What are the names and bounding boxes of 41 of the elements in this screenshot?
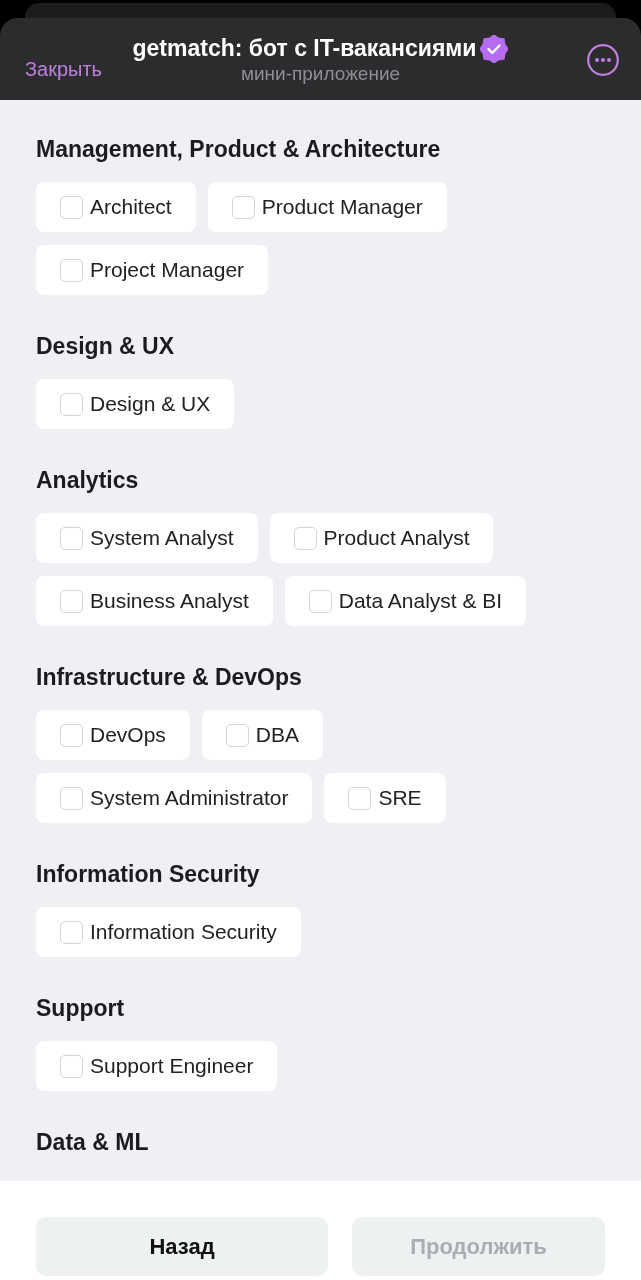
- checkbox[interactable]: [60, 526, 83, 550]
- checkbox[interactable]: [60, 589, 83, 613]
- checkbox[interactable]: [225, 723, 249, 747]
- checkbox[interactable]: [60, 1054, 83, 1078]
- option-chip[interactable]: Product Manager: [207, 182, 447, 232]
- option-chip[interactable]: Data Analyst & BI: [284, 576, 527, 626]
- app-subtitle: мини-приложение: [240, 62, 401, 84]
- option-chip[interactable]: Project Manager: [36, 245, 269, 295]
- option-chip[interactable]: Product Analyst: [269, 513, 494, 563]
- option-chip[interactable]: System Administrator: [36, 773, 313, 823]
- option-chip[interactable]: Architect: [36, 182, 196, 232]
- option-chip[interactable]: Information Security: [36, 907, 301, 957]
- checkbox[interactable]: [60, 786, 83, 810]
- section-heading: Infrastructure & DevOps: [36, 663, 303, 691]
- option-chip[interactable]: SRE: [324, 773, 446, 823]
- section-heading: Design & UX: [36, 332, 176, 360]
- checkbox[interactable]: [60, 258, 83, 282]
- option-chip[interactable]: System Analyst: [36, 513, 258, 563]
- checkbox[interactable]: [60, 920, 83, 944]
- section-heading: Support: [36, 994, 126, 1022]
- checkbox[interactable]: [60, 392, 83, 416]
- option-chip[interactable]: Design & UX: [36, 379, 235, 429]
- checkbox[interactable]: [308, 589, 332, 613]
- checkbox[interactable]: [348, 786, 372, 810]
- option-chip[interactable]: Support Engineer: [36, 1041, 278, 1091]
- checkbox[interactable]: [231, 195, 255, 219]
- more-icon: [587, 44, 619, 76]
- section-heading: Data & ML: [36, 1128, 150, 1156]
- close-button[interactable]: Закрыть: [25, 57, 103, 81]
- back-button[interactable]: Назад: [36, 1217, 328, 1276]
- option-chip[interactable]: DBA: [201, 710, 324, 760]
- section-heading: Analytics: [36, 466, 140, 494]
- section-heading: Management, Product & Architecture: [36, 135, 442, 163]
- option-chip[interactable]: DevOps: [36, 710, 190, 760]
- section-heading: Information Security: [36, 860, 261, 888]
- checkbox[interactable]: [60, 195, 83, 219]
- option-chip[interactable]: Business Analyst: [36, 576, 273, 626]
- app-title: getmatch: бот с IT-вакансиями: [132, 35, 477, 62]
- checkbox[interactable]: [293, 526, 317, 550]
- more-button[interactable]: [587, 44, 619, 76]
- checkbox[interactable]: [60, 723, 83, 747]
